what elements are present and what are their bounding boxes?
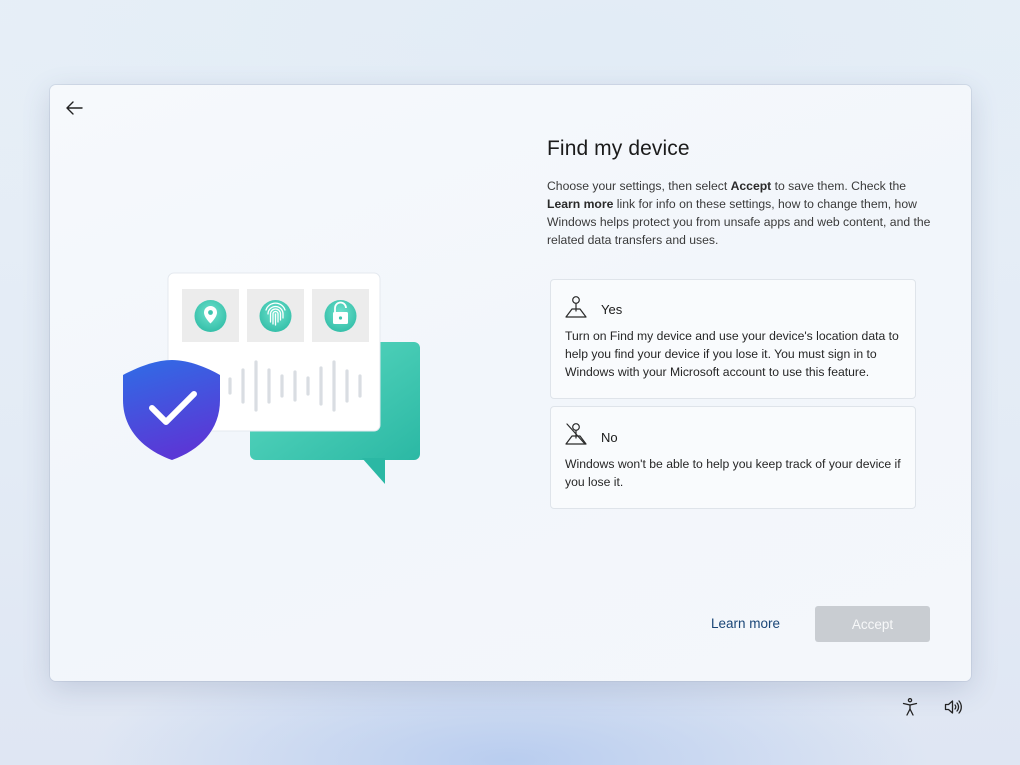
back-arrow-icon (66, 101, 83, 115)
device-security-illustration (123, 272, 420, 484)
option-yes-description: Turn on Find my device and use your devi… (565, 329, 899, 379)
location-pin-icon (565, 296, 587, 318)
location-off-icon (565, 423, 587, 445)
volume-button[interactable] (943, 697, 963, 717)
accept-emphasis: Accept (730, 179, 772, 193)
accessibility-icon (902, 697, 918, 716)
accept-button[interactable]: Accept (815, 606, 930, 642)
fingerprint-tile (247, 289, 304, 342)
page-description: Choose your settings, then select Accept… (547, 179, 931, 247)
location-tile (182, 289, 239, 342)
option-yes-label: Yes (601, 302, 623, 317)
back-button[interactable] (62, 97, 86, 119)
option-no-label: No (601, 430, 618, 445)
setup-window: Find my device Choose your settings, the… (50, 85, 971, 681)
learn-more-emphasis: Learn more (547, 197, 614, 211)
option-no[interactable]: No Windows won't be able to help you kee… (550, 406, 916, 509)
page-title: Find my device (547, 137, 690, 160)
option-yes[interactable]: Yes Turn on Find my device and use your … (550, 279, 916, 399)
option-no-description: Windows won't be able to help you keep t… (565, 457, 901, 489)
unlock-tile (312, 289, 369, 342)
volume-icon (944, 700, 962, 714)
accessibility-button[interactable] (900, 697, 920, 717)
learn-more-link[interactable]: Learn more (711, 616, 780, 631)
shield-check-icon (123, 360, 220, 460)
